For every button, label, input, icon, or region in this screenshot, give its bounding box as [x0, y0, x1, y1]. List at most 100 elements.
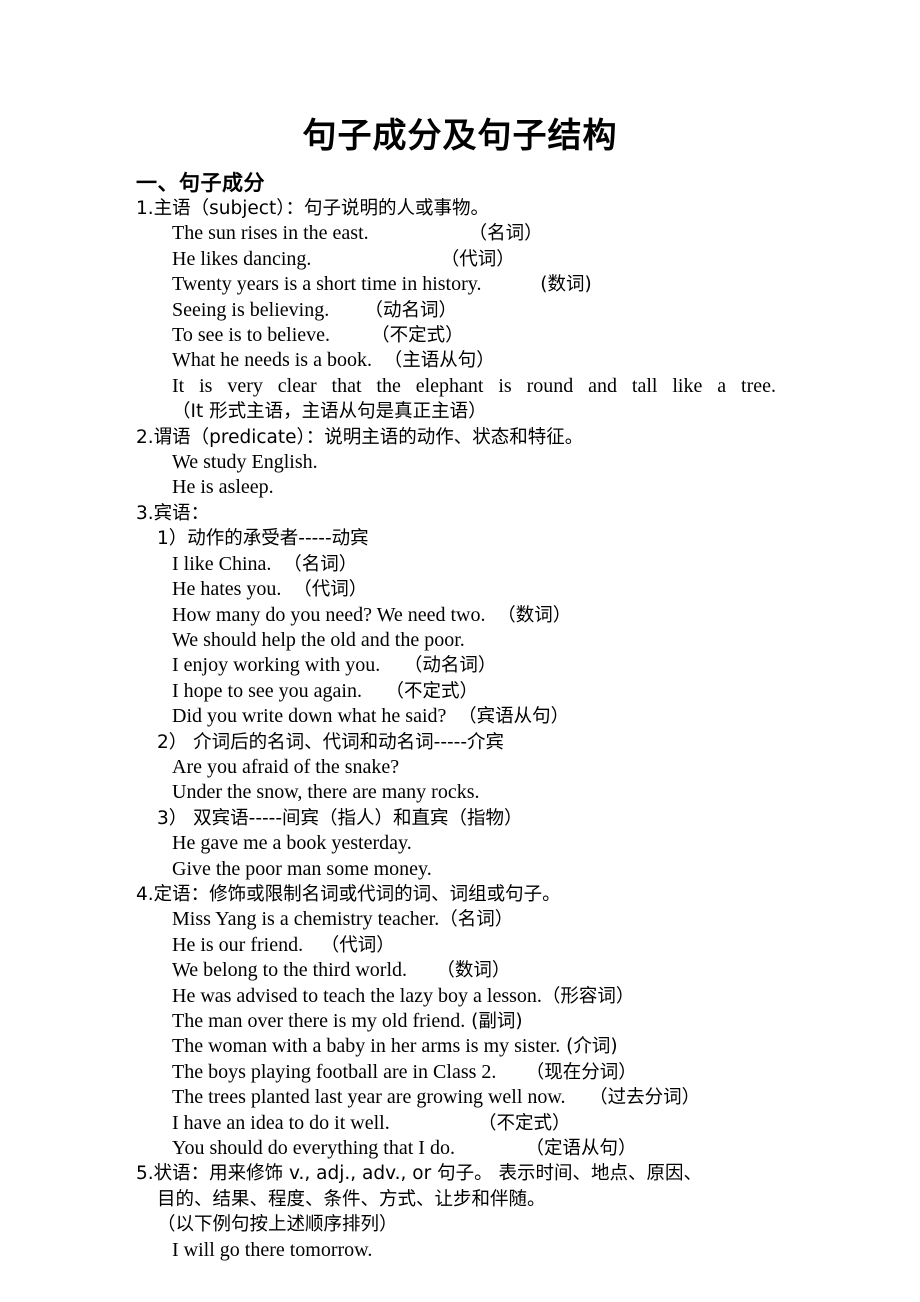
item-5-example-1: I will go there tomorrow.	[172, 1238, 373, 1261]
item-3-heading: 3.宾语：	[136, 502, 210, 524]
item-4-example-8: The trees planted last year are growing …	[136, 1085, 784, 1110]
pos-annotation	[372, 350, 384, 371]
pos-annotation-text: （定语从句）	[525, 1138, 637, 1160]
item-4-example-5: The man over there is my old friend. (副词…	[136, 1009, 784, 1034]
item-3-sub-1-example-2: He hates you. （代词）	[136, 577, 784, 602]
item-1-example-6: What he needs is a book. （主语从句）	[136, 348, 784, 373]
example-sentence: The man over there is my old friend.	[172, 1010, 466, 1032]
item-2-example-1: We study English.	[172, 451, 318, 474]
item-1-example-7-note: （It 形式主语，主语从句是真正主语）	[172, 401, 487, 423]
pos-annotation	[496, 1062, 525, 1083]
pos-annotation	[271, 554, 283, 575]
pos-annotation-text: （过去分词）	[589, 1087, 701, 1109]
item-1-example-4: Seeing is believing. （动名词）	[136, 298, 784, 323]
example-sentence: You should do everything that I do.	[172, 1137, 455, 1160]
example-sentence: He hates you.	[172, 578, 282, 601]
item-1-example-3: Twenty years is a short time in history.…	[136, 272, 784, 297]
item-3-sub-1-example-4: We should help the old and the poor.	[172, 628, 465, 651]
example-sentence: Did you write down what he said?	[172, 705, 447, 728]
pos-annotation	[311, 249, 440, 270]
pos-annotation	[303, 935, 321, 956]
page-title: 句子成分及句子结构	[302, 116, 618, 156]
pos-annotation-text: （数词）	[497, 604, 572, 626]
pos-annotation-text: （动名词）	[403, 655, 497, 677]
item-1-example-1: The sun rises in the east. （名词）	[136, 221, 784, 246]
pos-annotation-text: （动名词）	[364, 299, 458, 321]
pos-annotation-text: （主语从句）	[383, 350, 495, 372]
item-3-sub-2-heading: 2） 介词后的名词、代词和动名词-----介宾	[157, 731, 505, 753]
example-sentence: Twenty years is a short time in history.	[172, 273, 482, 296]
example-sentence: We belong to the third world.	[172, 959, 408, 982]
item-3-sub-3-heading: 3） 双宾语-----间宾（指人）和直宾（指物）	[157, 807, 523, 829]
example-sentence: What he needs is a book.	[172, 349, 372, 372]
pos-annotation	[446, 706, 458, 727]
item-3-sub-1-example-7: Did you write down what he said? （宾语从句）	[136, 704, 784, 729]
item-2-heading: 2.谓语（predicate）：说明主语的动作、状态和特征。	[136, 426, 584, 448]
item-1-example-2: He likes dancing. （代词）	[136, 247, 784, 272]
pos-annotation	[481, 274, 540, 295]
pos-annotation	[329, 300, 364, 321]
pos-annotation	[455, 1138, 526, 1159]
example-sentence: I have an idea to do it well.	[172, 1111, 390, 1134]
pos-annotation-text: （代词）	[320, 934, 395, 956]
pos-annotation-text: （代词）	[440, 248, 515, 270]
item-5-note: （以下例句按上述顺序排列）	[157, 1214, 398, 1236]
example-sentence: He was advised to teach the lazy boy a l…	[172, 984, 542, 1007]
pos-annotation-text: （不定式）	[477, 1112, 571, 1134]
pos-annotation-text: （现在分词）	[525, 1061, 637, 1083]
example-sentence: Seeing is believing.	[172, 298, 330, 321]
item-3-sub-1-example-5: I enjoy working with you. （动名词）	[136, 653, 784, 678]
pos-annotation-text: (介词)	[566, 1036, 618, 1058]
item-4-example-4: He was advised to teach the lazy boy a l…	[136, 984, 784, 1009]
item-4-example-10: You should do everything that I do. （定语从…	[136, 1136, 784, 1161]
example-sentence: The boys playing football are in Class 2…	[172, 1060, 497, 1083]
item-2-example-2: He is asleep.	[172, 476, 274, 499]
item-4-example-6: The woman with a baby in her arms is my …	[136, 1034, 784, 1059]
item-3-sub-2-example-1: Are you afraid of the snake?	[172, 755, 400, 778]
section-heading-sentence-elements: 一、句子成分	[136, 171, 265, 195]
pos-annotation-text: （不定式）	[371, 325, 464, 347]
item-4-example-1: Miss Yang is a chemistry teacher.（名词）	[136, 907, 784, 932]
item-1-heading: 1.主语（subject）：句子说明的人或事物。	[136, 198, 489, 219]
example-sentence: I hope to see you again.	[172, 679, 362, 702]
example-sentence: The trees planted last year are growing …	[172, 1086, 566, 1109]
pos-annotation-text: (数词)	[540, 274, 592, 296]
pos-annotation	[362, 681, 386, 702]
item-3-sub-1-example-1: I like China. （名词）	[136, 552, 784, 577]
example-sentence: The sun rises in the east.	[172, 222, 369, 245]
item-3-sub-1-example-3: How many do you need? We need two. （数词）	[136, 603, 784, 628]
item-3-sub-3-example-1: He gave me a book yesterday.	[172, 832, 412, 855]
pos-annotation-text: （不定式）	[385, 680, 478, 702]
pos-annotation	[281, 579, 293, 600]
item-3-sub-2-example-2: Under the snow, there are many rocks.	[172, 781, 480, 804]
item-4-example-3: We belong to the third world. （数词）	[136, 958, 784, 983]
pos-annotation-text: (副词)	[471, 1011, 523, 1032]
pos-annotation-text: （宾语从句）	[458, 706, 570, 728]
pos-annotation	[566, 1087, 590, 1108]
example-sentence: He is our friend.	[172, 933, 304, 956]
pos-annotation-text: （数词）	[436, 960, 511, 982]
example-sentence: The woman with a baby in her arms is my …	[172, 1035, 561, 1058]
pos-annotation-text: （代词）	[293, 579, 368, 601]
item-1-example-7: It is very clear that the elephant is ro…	[172, 374, 776, 397]
item-5-heading-line-1: 5.状语：用来修饰 v., adj., adv., or 句子。 表示时间、地点…	[136, 1163, 702, 1185]
item-4-example-7: The boys playing football are in Class 2…	[136, 1060, 784, 1085]
item-3-sub-1-heading: 1）动作的承受者-----动宾	[157, 528, 369, 550]
pos-annotation-text: （名词）	[283, 553, 358, 575]
pos-annotation	[369, 223, 469, 244]
item-1-example-5: To see is to believe. （不定式）	[136, 323, 784, 348]
item-4-example-2: He is our friend. （代词）	[136, 933, 784, 958]
item-3-sub-3-example-2: Give the poor man some money.	[172, 857, 432, 880]
document-body: 句子成分及句子结构 一、句子成分 1.主语（subject）：句子说明的人或事物…	[136, 0, 784, 1263]
pos-annotation	[407, 960, 436, 981]
item-3-sub-1-example-6: I hope to see you again. （不定式）	[136, 679, 784, 704]
document-page: 句子成分及句子结构 一、句子成分 1.主语（subject）：句子说明的人或事物…	[0, 0, 920, 1302]
pos-annotation	[380, 655, 404, 676]
example-sentence: I enjoy working with you.	[172, 654, 381, 677]
item-5-heading-line-2: 目的、结果、程度、条件、方式、让步和伴随。	[157, 1188, 546, 1210]
pos-annotation	[330, 325, 371, 346]
pos-annotation	[390, 1113, 478, 1134]
item-4-heading: 4.定语：修饰或限制名词或代词的词、词组或句子。	[136, 883, 561, 905]
example-sentence: I like China.	[172, 552, 272, 575]
pos-annotation	[486, 605, 498, 626]
